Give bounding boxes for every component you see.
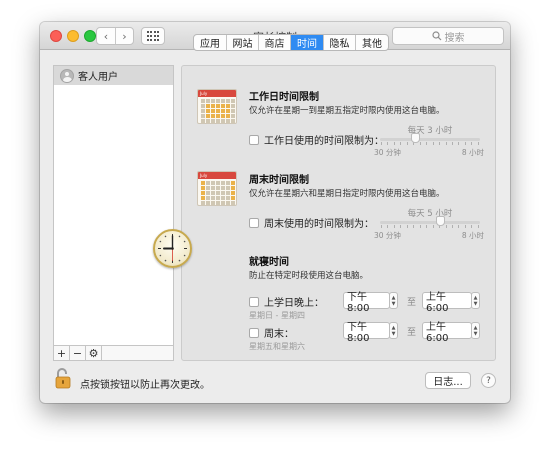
to-label: 至 [407,298,417,308]
add-user-button[interactable]: + [54,346,70,360]
school-nights-start-stepper[interactable]: ▲ ▼ [389,292,398,309]
weekday-limit-checkbox[interactable] [249,134,259,145]
to-label: 至 [407,328,417,338]
tab-bar: 应用 网站 商店 时间 隐私 其他 [193,34,389,51]
user-avatar-icon [60,68,74,83]
weekday-description: 仅允许在星期一到星期五指定时限内使用这台电脑。 [249,106,445,116]
weekend-start-time[interactable]: 下午 8:00 [343,322,390,344]
weekend-slider-value: 每天 5 小时 [407,209,453,219]
lock-open-icon[interactable] [55,367,73,389]
weekend-slider-max: 8 小时 [461,231,484,240]
weekend-end-time[interactable]: 上午 6:00 [422,322,472,344]
school-nights-end-time[interactable]: 上午 6:00 [422,292,472,314]
weekday-slider-value: 每天 3 小时 [407,126,453,136]
search-icon [431,31,441,41]
weekend-bedtime-checkbox[interactable] [249,327,259,338]
weekday-limit-label: 工作日使用的时间限制为： [264,136,384,147]
weekend-end-stepper[interactable]: ▲ ▼ [471,322,480,339]
weekday-slider-thumb[interactable] [411,133,420,143]
weekend-start-stepper[interactable]: ▲ ▼ [389,322,398,339]
school-nights-option[interactable]: 上学日晚上： [249,294,324,309]
weekend-bedtime-option[interactable]: 周末： [249,325,294,340]
weekend-title: 周末时间限制 [249,175,309,186]
weekday-time-slider[interactable]: 每天 3 小时 30 分钟 8 小时 [374,124,484,157]
school-nights-label: 上学日晚上： [264,298,324,309]
tab-other[interactable]: 其他 [356,35,388,50]
gear-icon[interactable]: ⚙ [86,346,102,360]
weekday-limit-option[interactable]: 工作日使用的时间限制为： [249,132,384,147]
tab-time[interactable]: 时间 [291,35,324,50]
tab-web[interactable]: 网站 [227,35,259,50]
calendar-icon: July [197,89,237,124]
bedtime-description: 防止在特定时段使用这台电脑。 [249,271,369,281]
search-field[interactable]: 搜索 [392,27,504,45]
weekend-limit-checkbox[interactable] [249,217,259,228]
logs-button[interactable]: 日志... [425,372,471,389]
weekday-slider-min: 30 分钟 [374,148,401,157]
school-nights-end-stepper[interactable]: ▲ ▼ [471,292,480,309]
weekend-slider-min: 30 分钟 [374,231,401,240]
weekend-slider-thumb[interactable] [436,216,445,226]
weekday-title: 工作日时间限制 [249,92,319,103]
weekend-limit-option[interactable]: 周末使用的时间限制为： [249,215,374,230]
tab-privacy[interactable]: 隐私 [324,35,356,50]
help-button[interactable]: ? [481,373,496,388]
user-list: 客人用户 + − ⚙ [53,65,174,361]
user-item-guest[interactable]: 客人用户 [54,66,173,85]
user-label: 客人用户 [78,72,118,83]
weekend-limit-label: 周末使用的时间限制为： [264,219,374,230]
lock-hint: 点按锁按钮以防止再次更改。 [80,380,210,391]
weekend-bedtime-label: 周末： [264,329,294,340]
weekday-slider-max: 8 小时 [461,148,484,157]
school-nights-checkbox[interactable] [249,296,259,307]
clock-icon [153,229,192,268]
user-list-toolbar: + − ⚙ [54,345,173,360]
weekend-time-slider[interactable]: 每天 5 小时 30 分钟 8 小时 [374,207,484,240]
calendar-month: July [198,90,236,97]
school-nights-days: 星期日 - 星期四 [249,311,305,320]
slider-track [380,221,480,224]
tab-store[interactable]: 商店 [259,35,291,50]
school-nights-start-time[interactable]: 下午 8:00 [343,292,390,314]
calendar-month: July [198,172,236,179]
search-placeholder: 搜索 [444,32,465,44]
tab-apps[interactable]: 应用 [194,35,227,50]
bedtime-title: 就寝时间 [249,257,289,268]
slider-track [380,138,480,141]
weekend-description: 仅允许在星期六和星期日指定时限内使用这台电脑。 [249,189,445,199]
remove-user-button[interactable]: − [70,346,86,360]
calendar-icon: July [197,171,237,206]
weekend-bedtime-days: 星期五和星期六 [249,342,305,351]
